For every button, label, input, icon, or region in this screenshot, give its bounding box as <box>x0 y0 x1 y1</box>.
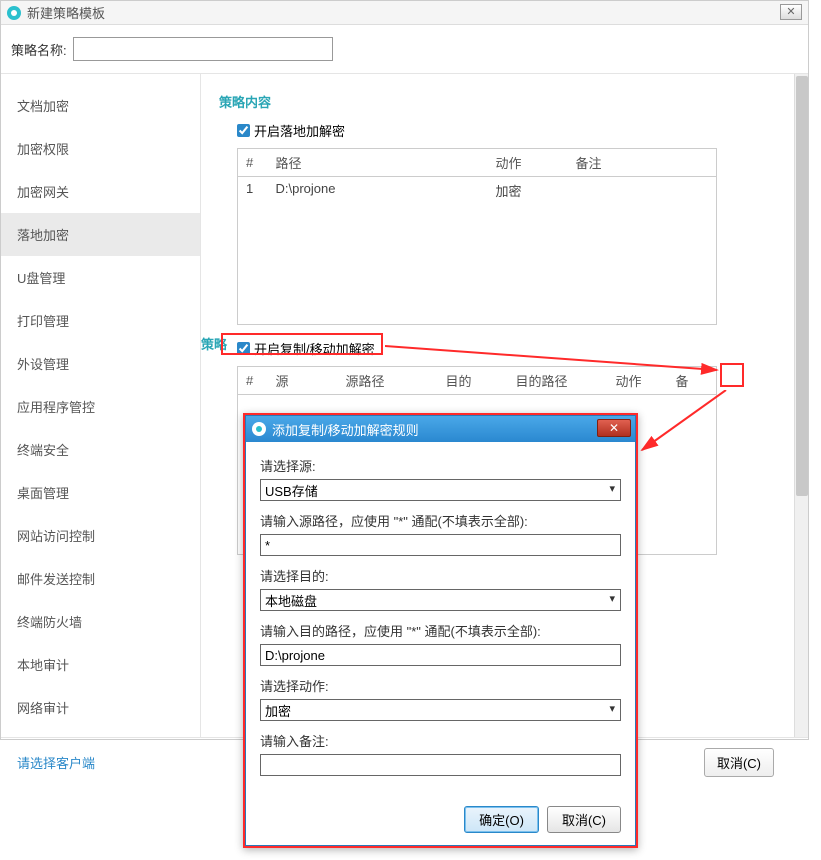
landing-rules-table: # 路径 动作 备注 1 D:\projone 加密 <box>237 148 717 325</box>
second-section-title: 策略 <box>201 334 227 353</box>
policy-name-row: 策略名称: <box>1 25 808 74</box>
th-idx: # <box>238 149 268 177</box>
content-scrollbar[interactable] <box>794 74 808 737</box>
enable-landing-checkbox[interactable] <box>237 124 250 137</box>
th2-srcpath: 源路径 <box>338 366 438 394</box>
add-rule-dialog: 添加复制/移动加解密规则 ✕ 请选择源: 请输入源路径，应使用 "*" 通配(不… <box>243 413 638 848</box>
sidebar-item-11[interactable]: 邮件发送控制 <box>1 557 200 600</box>
th2-src: 源 <box>268 366 338 394</box>
action-label: 请选择动作: <box>260 676 621 695</box>
dest-path-label: 请输入目的路径，应使用 "*" 通配(不填表示全部): <box>260 621 621 640</box>
th2-dst: 目的 <box>438 366 508 394</box>
enable-landing-encryption-row[interactable]: 开启落地加解密 <box>237 121 790 140</box>
ok-button[interactable]: 确定(O) <box>464 806 539 833</box>
sidebar-item-1[interactable]: 加密权限 <box>1 127 200 170</box>
th2-remark: 备 <box>668 366 717 394</box>
source-label: 请选择源: <box>260 456 621 475</box>
dest-select[interactable] <box>260 589 621 611</box>
action-select[interactable] <box>260 699 621 721</box>
sidebar-item-7[interactable]: 应用程序管控 <box>1 385 200 428</box>
enable-copymove-checkbox[interactable] <box>237 342 250 355</box>
sidebar-item-0[interactable]: 文档加密 <box>1 84 200 127</box>
sidebar-item-6[interactable]: 外设管理 <box>1 342 200 385</box>
remark-label: 请输入备注: <box>260 731 621 750</box>
th-remark: 备注 <box>568 149 717 177</box>
sidebar-item-5[interactable]: 打印管理 <box>1 299 200 342</box>
section-title: 策略内容 <box>219 92 790 111</box>
sidebar-item-10[interactable]: 网站访问控制 <box>1 514 200 557</box>
policy-name-input[interactable] <box>73 37 333 61</box>
enable-copymove-label: 开启复制/移动加解密 <box>254 339 375 358</box>
sidebar-item-14[interactable]: 网络审计 <box>1 686 200 729</box>
sidebar-item-13[interactable]: 本地审计 <box>1 643 200 686</box>
th2-idx: # <box>238 366 268 394</box>
table-row[interactable]: 1 D:\projone 加密 <box>238 177 717 205</box>
source-select[interactable] <box>260 479 621 501</box>
enable-landing-label: 开启落地加解密 <box>254 121 345 140</box>
th-action: 动作 <box>488 149 568 177</box>
th2-action: 动作 <box>608 366 668 394</box>
dest-path-input[interactable] <box>260 644 621 666</box>
dest-label: 请选择目的: <box>260 566 621 585</box>
th2-dstpath: 目的路径 <box>508 366 608 394</box>
cancel-button[interactable]: 取消(C) <box>704 748 774 777</box>
source-path-label: 请输入源路径，应使用 "*" 通配(不填表示全部): <box>260 511 621 530</box>
dialog-titlebar: 添加复制/移动加解密规则 ✕ <box>246 416 635 442</box>
th-path: 路径 <box>268 149 488 177</box>
sidebar-item-15[interactable]: 文档安全 <box>1 729 200 737</box>
sidebar-item-9[interactable]: 桌面管理 <box>1 471 200 514</box>
remark-input[interactable] <box>260 754 621 776</box>
app-icon <box>7 6 21 20</box>
dialog-icon <box>252 422 266 436</box>
sidebar-item-4[interactable]: U盘管理 <box>1 256 200 299</box>
sidebar-item-2[interactable]: 加密网关 <box>1 170 200 213</box>
policy-name-label: 策略名称: <box>11 40 67 59</box>
sidebar[interactable]: 文档加密加密权限加密网关落地加密U盘管理打印管理外设管理应用程序管控终端安全桌面… <box>1 74 201 737</box>
source-path-input[interactable] <box>260 534 621 556</box>
enable-copymove-encryption-row[interactable]: 开启复制/移动加解密 <box>237 339 790 358</box>
sidebar-item-12[interactable]: 终端防火墙 <box>1 600 200 643</box>
sidebar-item-3[interactable]: 落地加密 <box>1 213 200 256</box>
titlebar: 新建策略模板 ✕ <box>1 1 808 25</box>
close-icon[interactable]: ✕ <box>597 419 631 437</box>
cancel-button[interactable]: 取消(C) <box>547 806 621 833</box>
window-title: 新建策略模板 <box>27 3 105 22</box>
scrollbar-thumb[interactable] <box>796 76 808 496</box>
dialog-title: 添加复制/移动加解密规则 <box>272 420 419 439</box>
select-client-link[interactable]: 请选择客户端 <box>17 753 95 772</box>
sidebar-item-8[interactable]: 终端安全 <box>1 428 200 471</box>
close-icon[interactable]: ✕ <box>780 4 802 20</box>
